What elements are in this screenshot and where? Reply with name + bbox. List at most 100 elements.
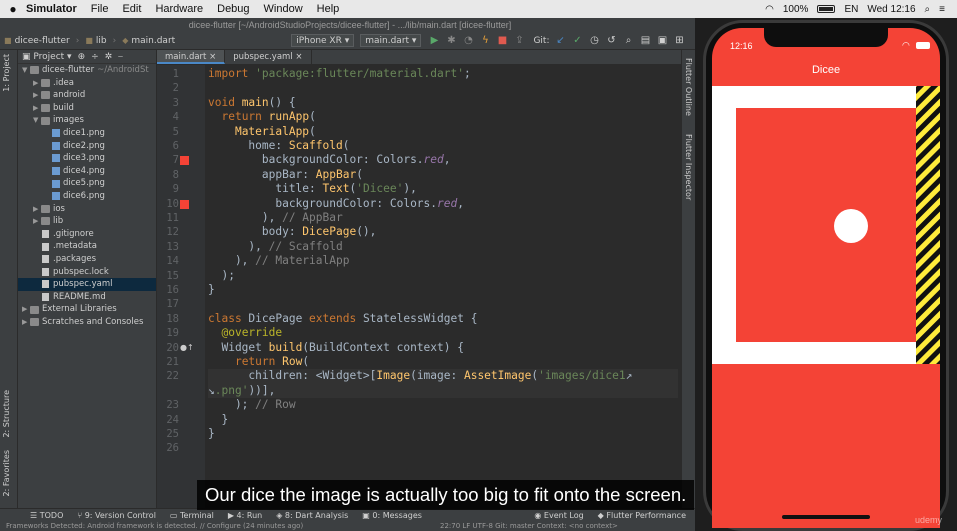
menu-clock[interactable]: Wed 12:16	[867, 4, 915, 15]
collapsed-arrow-icon[interactable]: ▶	[33, 89, 41, 102]
menu-app-name[interactable]: Simulator	[26, 3, 77, 15]
tree-item[interactable]: .packages	[18, 253, 156, 266]
code-line[interactable]: home: Scaffold(	[208, 139, 349, 153]
code-line[interactable]: ); // Row	[208, 398, 296, 412]
run-config-selector[interactable]: main.dart ▾	[360, 34, 422, 47]
code-line[interactable]: }	[208, 283, 215, 297]
git-update-icon[interactable]: ↙	[554, 35, 568, 46]
breadcrumb-file[interactable]: ◆ main.dart	[122, 36, 175, 46]
tree-item[interactable]: ▶ Scratches and Consoles	[18, 316, 156, 329]
menu-hardware[interactable]: Hardware	[155, 3, 203, 15]
tree-item[interactable]: ▶ External Libraries	[18, 303, 156, 316]
tool-tab-flutter-outline[interactable]: Flutter Outline	[684, 58, 693, 116]
tree-item[interactable]: dice6.png	[18, 190, 156, 203]
tree-item[interactable]: dice4.png	[18, 165, 156, 178]
home-indicator[interactable]	[782, 515, 870, 519]
tree-item[interactable]: ▶ android	[18, 89, 156, 102]
code-line[interactable]: children: <Widget>[Image(image: AssetIma…	[208, 369, 678, 384]
expanded-arrow-icon[interactable]: ▼	[33, 114, 41, 127]
tree-item[interactable]: .metadata	[18, 240, 156, 253]
device-selector[interactable]: iPhone XR ▾	[291, 34, 355, 47]
code-line[interactable]: ↘.png'))],	[208, 383, 678, 399]
code-line[interactable]: backgroundColor: Colors.red,	[208, 197, 464, 211]
attach-icon[interactable]: ⇪	[512, 35, 526, 46]
battery-icon[interactable]	[817, 5, 836, 13]
expanded-arrow-icon[interactable]: ▼	[22, 64, 30, 77]
find-everywhere-icon[interactable]: ⊞	[673, 35, 687, 46]
tool-tab-project[interactable]: 1: Project	[2, 54, 11, 92]
tool-flutter-performance[interactable]: ◆ Flutter Performance	[598, 511, 686, 520]
collapsed-arrow-icon[interactable]: ▶	[33, 102, 41, 115]
breadcrumb-lib[interactable]: ■ lib ›	[85, 36, 116, 46]
code-line[interactable]: backgroundColor: Colors.red,	[208, 153, 451, 167]
simulator-screen[interactable]: 12:16 ◠ Dicee	[712, 28, 940, 528]
code-line[interactable]: ), // MaterialApp	[208, 254, 350, 268]
collapsed-arrow-icon[interactable]: ▶	[22, 316, 30, 329]
color-swatch-icon[interactable]	[180, 156, 189, 166]
git-history-icon[interactable]: ◷	[588, 35, 602, 46]
apple-menu-icon[interactable]: ●	[0, 2, 26, 16]
menu-file[interactable]: File	[91, 3, 109, 15]
tool-event-log[interactable]: ◉ Event Log	[534, 511, 583, 520]
settings-gear-icon[interactable]: ✲	[105, 52, 113, 62]
tree-item[interactable]: ▶ .idea	[18, 77, 156, 90]
tool-messages[interactable]: ▣ 0: Messages	[362, 511, 422, 520]
tool-run[interactable]: ▶ 4: Run	[228, 511, 262, 520]
code-line[interactable]: ), // AppBar	[208, 211, 343, 225]
tree-item[interactable]: dice5.png	[18, 177, 156, 190]
tree-item[interactable]: README.md	[18, 291, 156, 304]
code-line[interactable]: body: DicePage(),	[208, 225, 377, 239]
tab-pubspec-yaml[interactable]: pubspec.yaml ×	[225, 50, 312, 64]
color-swatch-icon[interactable]	[180, 199, 189, 209]
tool-terminal[interactable]: ▭ Terminal	[170, 511, 214, 520]
override-gutter-icon[interactable]: ●↑	[180, 343, 194, 352]
profile-icon[interactable]: ◔	[461, 35, 475, 46]
code-line[interactable]: void main() {	[208, 96, 296, 110]
code-line[interactable]: title: Text('Dicee'),	[208, 182, 417, 196]
spotlight-icon[interactable]: ⌕	[925, 4, 931, 15]
menu-debug[interactable]: Debug	[217, 3, 249, 15]
code-line[interactable]: );	[208, 269, 234, 283]
breadcrumb-project[interactable]: ■ dicee-flutter ›	[4, 36, 79, 46]
code-line[interactable]: import 'package:flutter/material.dart';	[208, 67, 471, 81]
tree-item[interactable]: ▼ dicee-flutter ~/AndroidSt	[18, 64, 156, 77]
wifi-icon[interactable]: ◠	[765, 4, 774, 15]
run-icon[interactable]: ▶	[427, 35, 441, 46]
tree-item[interactable]: dice3.png	[18, 152, 156, 165]
code-line[interactable]: MaterialApp(	[208, 125, 316, 139]
menu-window[interactable]: Window	[264, 3, 303, 15]
locate-icon[interactable]: ⊕	[78, 52, 86, 62]
tree-item[interactable]: dice1.png	[18, 127, 156, 140]
tree-item[interactable]: ▶ build	[18, 102, 156, 115]
git-revert-icon[interactable]: ↺	[605, 35, 619, 46]
input-language[interactable]: EN	[844, 4, 858, 15]
tool-version-control[interactable]: ⑂ 9: Version Control	[77, 511, 156, 520]
collapsed-arrow-icon[interactable]: ▶	[33, 203, 41, 216]
hide-panel-icon[interactable]: ⎯	[118, 52, 123, 62]
tree-item[interactable]: ▶ ios	[18, 203, 156, 216]
project-view-selector[interactable]: ▣ Project ▾	[22, 52, 72, 62]
code-line[interactable]: }	[208, 413, 228, 427]
avd-icon[interactable]: ▣	[656, 35, 670, 46]
tree-item[interactable]: pubspec.lock	[18, 266, 156, 279]
tree-item[interactable]: pubspec.yaml	[18, 278, 156, 291]
search-icon[interactable]: ⌕	[622, 35, 636, 46]
menu-help[interactable]: Help	[317, 3, 340, 15]
code-line[interactable]: }	[208, 427, 215, 441]
collapse-icon[interactable]: ÷	[91, 52, 99, 62]
control-center-icon[interactable]: ≡	[939, 4, 945, 15]
tool-tab-favorites[interactable]: 2: Favorites	[2, 450, 11, 496]
status-message[interactable]: Frameworks Detected: Android framework i…	[6, 522, 303, 530]
tree-item[interactable]: ▶ lib	[18, 215, 156, 228]
code-line[interactable]: @override	[208, 326, 282, 340]
code-line[interactable]: Widget build(BuildContext context) {	[208, 341, 464, 355]
status-right[interactable]: 22:70 LF UTF-8 Git: master Context: <no …	[440, 522, 618, 531]
collapsed-arrow-icon[interactable]: ▶	[33, 77, 41, 90]
tool-todo[interactable]: ☰ TODO	[30, 511, 63, 520]
tree-item[interactable]: ▼ images	[18, 114, 156, 127]
code-line[interactable]: ), // Scaffold	[208, 240, 342, 254]
tree-item[interactable]: dice2.png	[18, 140, 156, 153]
tab-main-dart[interactable]: main.dart ×	[157, 50, 226, 64]
code-line[interactable]: appBar: AppBar(	[208, 168, 363, 182]
hot-reload-icon[interactable]: ϟ	[478, 35, 492, 46]
